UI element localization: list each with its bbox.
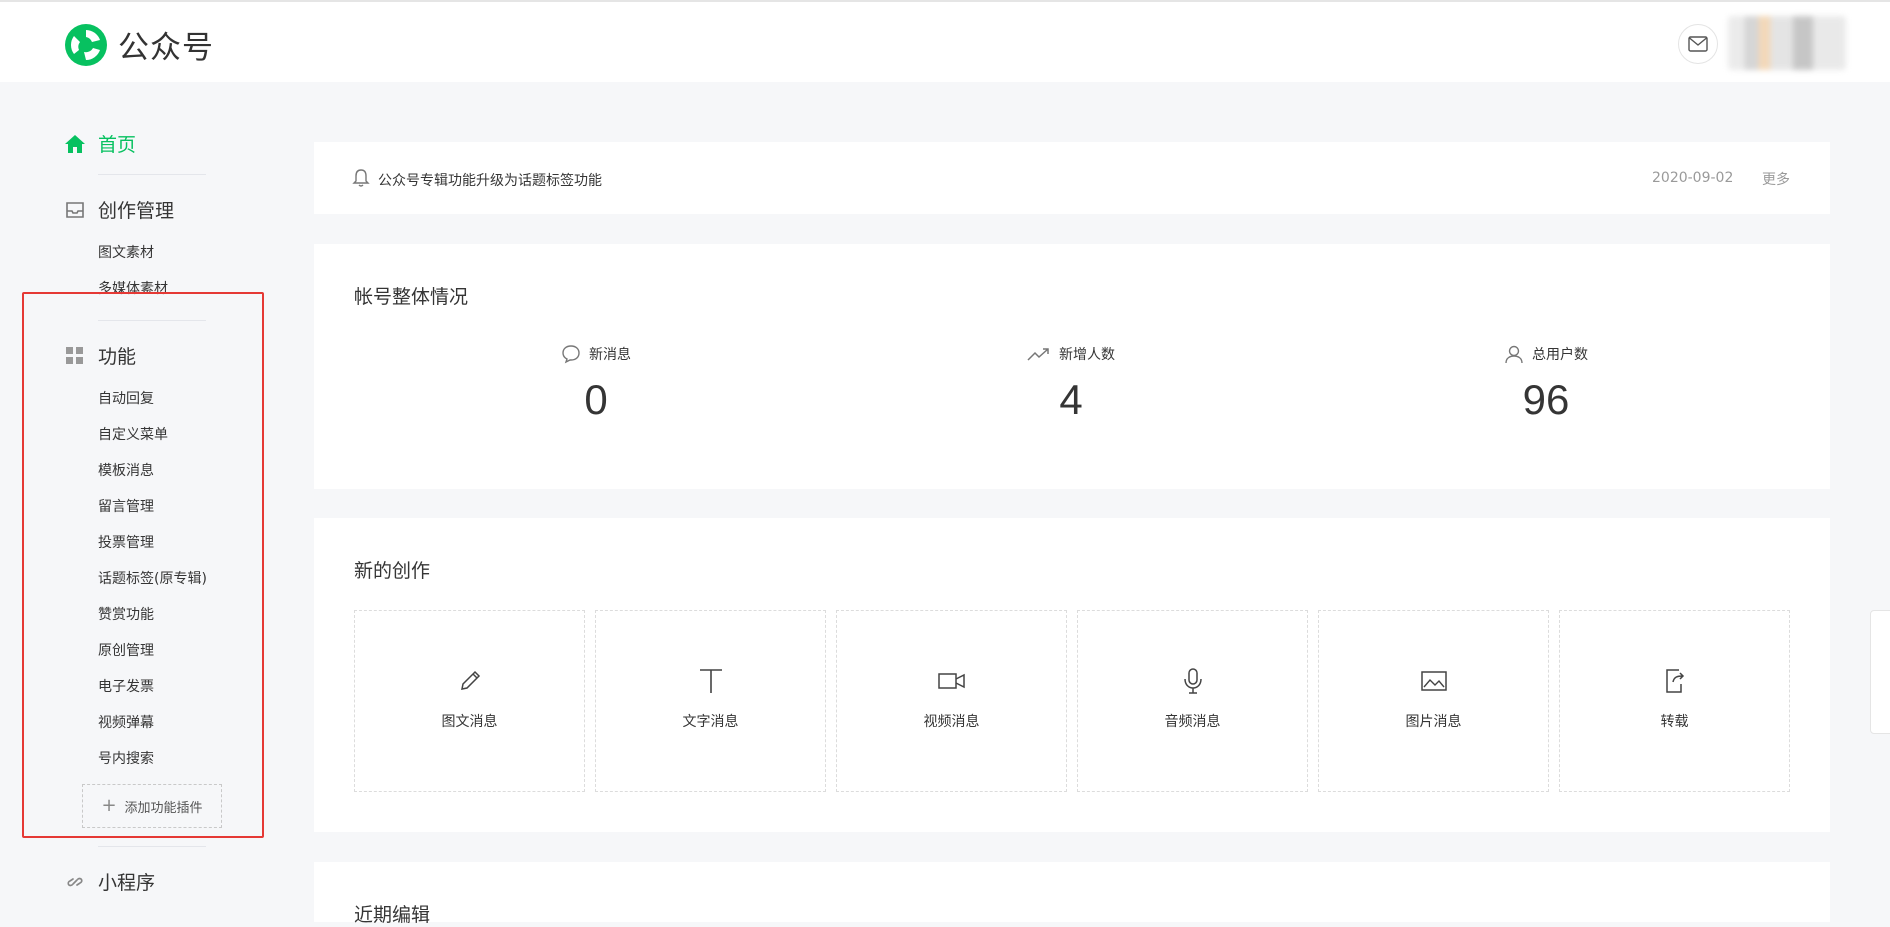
bell-icon bbox=[352, 169, 370, 187]
stat-new-messages-value: 0 bbox=[584, 376, 608, 423]
sidebar-item-home-label: 首页 bbox=[98, 134, 137, 156]
sidebar-item-template-message[interactable]: 模板消息 bbox=[98, 460, 154, 480]
sidebar-item-video-danmaku[interactable]: 视频弹幕 bbox=[98, 712, 154, 732]
create-text-label: 文字消息 bbox=[682, 714, 739, 730]
sidebar-item-in-account-search[interactable]: 号内搜索 bbox=[98, 748, 154, 768]
create-video-button[interactable]: 视频消息 bbox=[836, 610, 1067, 792]
brand[interactable]: 公众号 bbox=[64, 22, 214, 67]
create-image-text-label: 图文消息 bbox=[441, 714, 498, 730]
sidebar: 首页 创作管理 图文素材 多媒体素材 功能 自动回复 自定义菜单 模板消息 留言… bbox=[0, 82, 290, 905]
sidebar-item-auto-reply[interactable]: 自动回复 bbox=[98, 388, 154, 408]
sidebar-group-creation-label: 创作管理 bbox=[98, 200, 175, 222]
account-avatar[interactable] bbox=[1728, 16, 1846, 70]
mail-icon bbox=[1688, 36, 1708, 52]
sidebar-divider bbox=[98, 846, 206, 847]
recent-edits-title: 近期编辑 bbox=[354, 904, 431, 926]
mail-button[interactable] bbox=[1678, 24, 1718, 64]
inbox-icon bbox=[64, 199, 86, 221]
top-bar: 公众号 bbox=[0, 0, 1890, 82]
create-title: 新的创作 bbox=[354, 560, 431, 582]
plus-icon: + bbox=[101, 795, 117, 816]
stat-new-followers-label: 新增人数 bbox=[1059, 347, 1115, 363]
create-repost-label: 转载 bbox=[1660, 714, 1689, 730]
sidebar-item-appreciation[interactable]: 赞赏功能 bbox=[98, 604, 154, 624]
new-creation-card: 新的创作 图文消息 文字消息 视频消息 音频消息 图片消息 转载 bbox=[314, 518, 1830, 832]
feedback-float-button[interactable] bbox=[1870, 610, 1890, 734]
sidebar-item-e-invoice[interactable]: 电子发票 bbox=[98, 676, 154, 696]
sidebar-item-topic-tags[interactable]: 话题标签(原专辑) bbox=[98, 568, 207, 588]
trend-up-icon bbox=[1027, 346, 1051, 362]
notice-bar: 公众号专辑功能升级为话题标签功能 2020-09-02 更多 bbox=[314, 142, 1830, 214]
create-audio-label: 音频消息 bbox=[1164, 714, 1221, 730]
notice-text[interactable]: 公众号专辑功能升级为话题标签功能 bbox=[378, 170, 602, 190]
video-icon bbox=[937, 665, 966, 697]
create-audio-button[interactable]: 音频消息 bbox=[1077, 610, 1308, 792]
create-image-text-button[interactable]: 图文消息 bbox=[354, 610, 585, 792]
add-plugin-button[interactable]: + 添加功能插件 bbox=[82, 784, 222, 828]
stat-total-users[interactable]: 总用户数 96 bbox=[1396, 344, 1696, 424]
grid-icon bbox=[64, 345, 86, 367]
create-image-button[interactable]: 图片消息 bbox=[1318, 610, 1549, 792]
stat-new-followers-value: 4 bbox=[1059, 376, 1083, 423]
recent-edits-card: 近期编辑 bbox=[314, 862, 1830, 926]
stat-total-users-label: 总用户数 bbox=[1532, 347, 1588, 363]
sidebar-group-functions[interactable]: 功能 bbox=[64, 342, 136, 369]
link-icon bbox=[64, 871, 86, 893]
create-image-label: 图片消息 bbox=[1405, 714, 1462, 730]
sidebar-divider bbox=[98, 174, 206, 175]
sidebar-item-vote-management[interactable]: 投票管理 bbox=[98, 532, 154, 552]
sidebar-group-miniprogram[interactable]: 小程序 bbox=[64, 868, 155, 895]
stat-new-followers[interactable]: 新增人数 4 bbox=[921, 344, 1221, 424]
account-overview-card: 帐号整体情况 新消息 0 新增人数 4 总用户数 96 bbox=[314, 244, 1830, 489]
notice-date: 2020-09-02 bbox=[1652, 170, 1734, 186]
create-video-label: 视频消息 bbox=[923, 714, 980, 730]
text-icon bbox=[698, 665, 724, 697]
stat-new-messages-label: 新消息 bbox=[589, 347, 631, 363]
sidebar-item-custom-menu[interactable]: 自定义菜单 bbox=[98, 424, 168, 444]
image-icon bbox=[1420, 665, 1447, 697]
share-icon bbox=[1663, 665, 1687, 697]
sidebar-group-miniprogram-label: 小程序 bbox=[98, 872, 156, 894]
user-icon bbox=[1504, 344, 1524, 364]
home-icon bbox=[64, 133, 86, 155]
create-repost-button[interactable]: 转载 bbox=[1559, 610, 1790, 792]
overview-title: 帐号整体情况 bbox=[354, 286, 469, 308]
sidebar-divider bbox=[98, 320, 206, 321]
notice-more-link[interactable]: 更多 bbox=[1762, 169, 1790, 189]
sidebar-group-creation[interactable]: 创作管理 bbox=[64, 196, 174, 223]
stat-total-users-value: 96 bbox=[1522, 376, 1570, 423]
sidebar-item-comment-management[interactable]: 留言管理 bbox=[98, 496, 154, 516]
wechat-mp-logo-icon bbox=[65, 23, 107, 66]
create-text-button[interactable]: 文字消息 bbox=[595, 610, 826, 792]
sidebar-item-image-text-material[interactable]: 图文素材 bbox=[98, 242, 154, 262]
add-plugin-label: 添加功能插件 bbox=[124, 800, 203, 816]
sidebar-item-original-management[interactable]: 原创管理 bbox=[98, 640, 154, 660]
brand-name: 公众号 bbox=[118, 30, 214, 66]
stat-new-messages[interactable]: 新消息 0 bbox=[446, 344, 746, 424]
microphone-icon bbox=[1182, 665, 1204, 697]
pencil-icon bbox=[457, 665, 483, 697]
sidebar-item-media-material[interactable]: 多媒体素材 bbox=[98, 278, 168, 298]
sidebar-group-functions-label: 功能 bbox=[98, 346, 137, 368]
sidebar-item-home[interactable]: 首页 bbox=[64, 130, 136, 157]
chat-bubble-icon bbox=[561, 344, 581, 364]
